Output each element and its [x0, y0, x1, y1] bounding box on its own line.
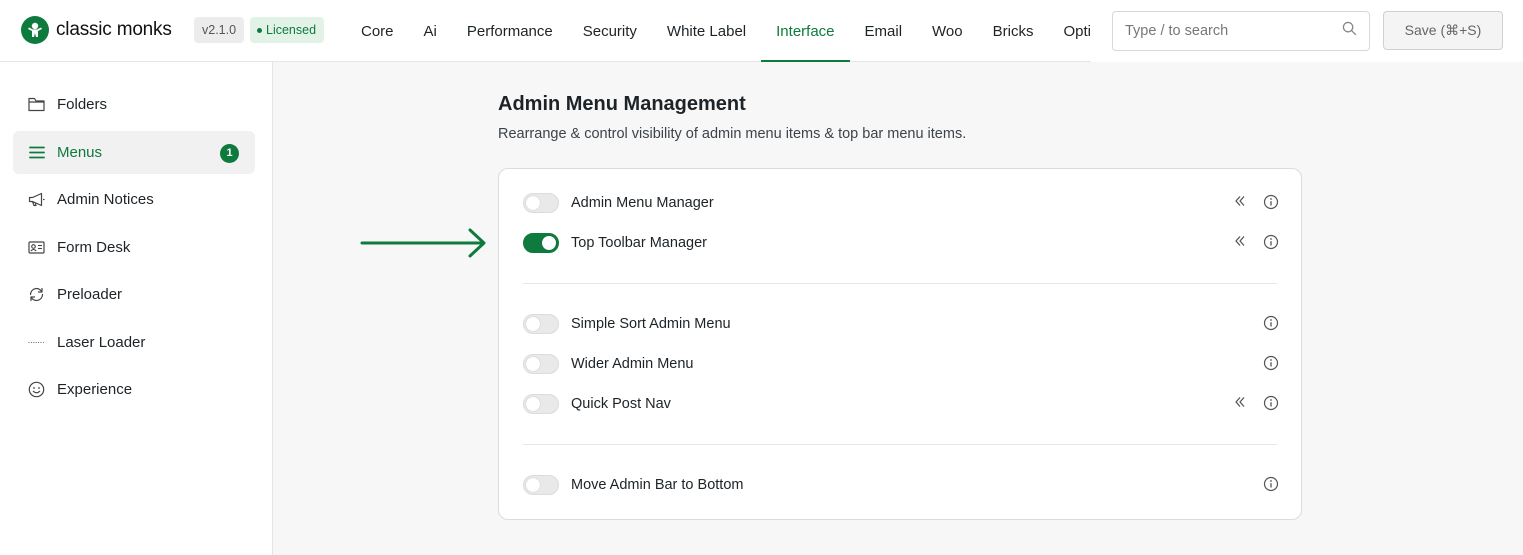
count-badge: 1	[220, 143, 239, 163]
brand-name: classic monks	[56, 19, 172, 40]
sidebar-item-menus[interactable]: Menus 1	[13, 130, 255, 174]
double-chevron-left-icon[interactable]	[1233, 234, 1247, 248]
info-icon[interactable]	[1263, 194, 1279, 210]
top-toolbar-manager-toggle[interactable]	[523, 233, 559, 253]
setting-label: Quick Post Nav	[571, 396, 671, 412]
main-nav: Core Ai Performance Security White Label…	[346, 0, 1091, 62]
tab-white-label[interactable]: White Label	[652, 0, 761, 62]
double-chevron-left-icon[interactable]	[1233, 395, 1247, 409]
tab-core[interactable]: Core	[346, 0, 409, 62]
setting-row-wider-admin-menu: Wider Admin Menu	[523, 352, 1279, 376]
page-subtitle: Rearrange & control visibility of admin …	[498, 126, 967, 142]
info-icon[interactable]	[1263, 355, 1279, 371]
section-divider	[523, 444, 1277, 445]
tab-email[interactable]: Email	[850, 0, 918, 62]
sidebar-item-label: Laser Loader	[57, 333, 146, 351]
search-box[interactable]	[1112, 11, 1370, 51]
quick-post-nav-toggle[interactable]	[523, 394, 559, 414]
setting-label: Top Toolbar Manager	[571, 235, 707, 251]
sidebar-item-label: Experience	[57, 381, 133, 398]
info-icon[interactable]	[1263, 234, 1279, 250]
tab-bricks[interactable]: Bricks	[978, 0, 1049, 62]
setting-label: Move Admin Bar to Bottom	[571, 477, 744, 493]
tab-options[interactable]: Options	[1048, 0, 1091, 62]
license-label: Licensed	[266, 23, 317, 37]
move-admin-bar-to-bottom-toggle[interactable]	[523, 475, 559, 495]
sidebar-item-label: Form Desk	[57, 238, 131, 256]
setting-row-simple-sort-admin-menu: Simple Sort Admin Menu	[523, 312, 1279, 336]
tab-ai[interactable]: Ai	[409, 0, 452, 62]
sidebar-item-label: Folders	[57, 96, 108, 113]
setting-label: Wider Admin Menu	[571, 356, 694, 372]
admin-menu-manager-toggle[interactable]	[523, 193, 559, 213]
tab-performance[interactable]: Performance	[452, 0, 568, 62]
page-title: Admin Menu Management	[498, 93, 746, 115]
sidebar-item-admin-notices[interactable]: Admin Notices	[13, 178, 255, 221]
setting-label: Simple Sort Admin Menu	[571, 316, 731, 332]
smiley-icon	[28, 381, 45, 398]
dotted-line-icon	[28, 334, 45, 351]
save-button[interactable]: Save (⌘+S)	[1383, 11, 1503, 50]
setting-row-move-admin-bar-to-bottom: Move Admin Bar to Bottom	[523, 473, 1279, 497]
wider-admin-menu-toggle[interactable]	[523, 354, 559, 374]
tab-woo[interactable]: Woo	[917, 0, 978, 62]
folder-icon	[28, 96, 45, 113]
search-input[interactable]	[1125, 23, 1342, 39]
sidebar: Folders Menus 1 Admin Notices Form Desk …	[0, 62, 273, 555]
sidebar-item-experience[interactable]: Experience	[13, 368, 255, 411]
sidebar-item-laser-loader[interactable]: Laser Loader	[13, 321, 255, 364]
toolbar-right: Save (⌘+S)	[1091, 0, 1523, 62]
setting-row-top-toolbar-manager: Top Toolbar Manager	[523, 231, 1279, 255]
pointer-arrow-icon	[360, 228, 486, 258]
sidebar-item-folders[interactable]: Folders	[13, 83, 255, 126]
sidebar-item-preloader[interactable]: Preloader	[13, 273, 255, 316]
info-icon[interactable]	[1263, 395, 1279, 411]
version-badge: v2.1.0	[194, 17, 245, 43]
simple-sort-admin-menu-toggle[interactable]	[523, 314, 559, 334]
top-bar: classic monks v2.1.0 Licensed Core Ai Pe…	[0, 0, 1523, 62]
double-chevron-left-icon[interactable]	[1233, 194, 1247, 208]
brand-logo[interactable]: classic monks	[21, 16, 172, 44]
megaphone-icon	[28, 191, 45, 208]
info-icon[interactable]	[1263, 476, 1279, 492]
settings-card: Admin Menu Manager Top Toolbar Manager S…	[498, 168, 1302, 520]
sidebar-item-label: Preloader	[57, 286, 123, 303]
refresh-icon	[28, 286, 45, 303]
sidebar-item-form-desk[interactable]: Form Desk	[13, 226, 255, 269]
id-card-icon	[28, 239, 45, 256]
section-divider	[523, 283, 1277, 284]
sidebar-item-label: Menus	[57, 143, 103, 161]
monk-logo-icon	[21, 16, 49, 44]
sidebar-item-label: Admin Notices	[57, 191, 154, 208]
setting-row-quick-post-nav: Quick Post Nav	[523, 392, 1279, 416]
search-icon[interactable]	[1342, 21, 1357, 41]
menu-lines-icon	[28, 144, 45, 161]
setting-row-admin-menu-manager: Admin Menu Manager	[523, 191, 1279, 215]
status-dot-icon	[257, 27, 262, 33]
setting-label: Admin Menu Manager	[571, 195, 714, 211]
info-icon[interactable]	[1263, 315, 1279, 331]
tab-security[interactable]: Security	[568, 0, 652, 62]
tab-interface[interactable]: Interface	[761, 0, 850, 62]
license-badge: Licensed	[250, 17, 325, 43]
